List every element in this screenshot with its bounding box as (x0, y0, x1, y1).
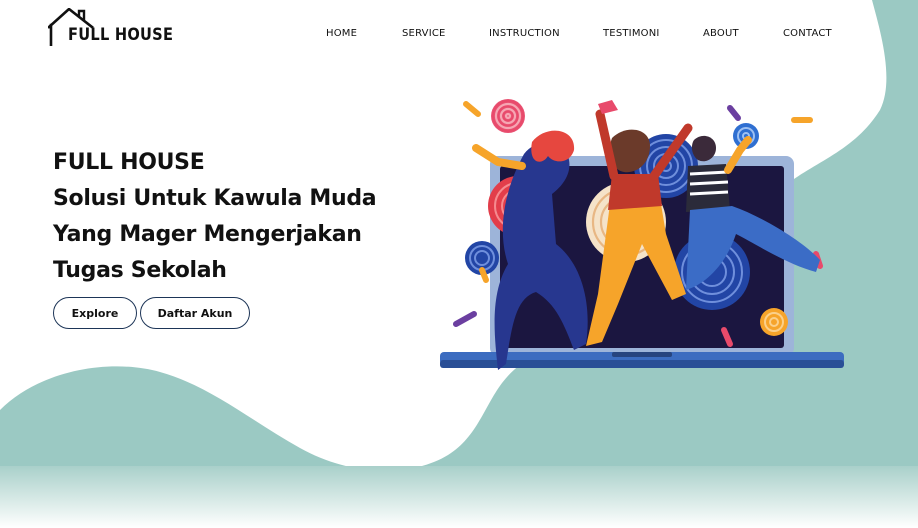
register-button[interactable]: Daftar Akun (140, 297, 250, 329)
main-nav: HOME SERVICE INSTRUCTION TESTIMONI ABOUT… (0, 28, 918, 42)
hero-line-3: Tugas Sekolah (53, 258, 227, 283)
nav-instruction[interactable]: INSTRUCTION (489, 28, 560, 39)
explore-button[interactable]: Explore (53, 297, 137, 329)
hero-line-1: Solusi Untuk Kawula Muda (53, 186, 377, 211)
nav-about[interactable]: ABOUT (703, 28, 739, 39)
nav-testimoni[interactable]: TESTIMONI (603, 28, 660, 39)
hero-title: FULL HOUSE (53, 150, 205, 175)
hero-heading: FULL HOUSE Solusi Untuk Kawula Muda Yang… (53, 145, 377, 289)
nav-home[interactable]: HOME (326, 28, 357, 39)
bottom-fade (0, 466, 918, 528)
people-celebrating-on-laptop-illustration (440, 99, 844, 370)
nav-service[interactable]: SERVICE (402, 28, 446, 39)
nav-contact[interactable]: CONTACT (783, 28, 832, 39)
hero-line-2: Yang Mager Mengerjakan (53, 222, 362, 247)
